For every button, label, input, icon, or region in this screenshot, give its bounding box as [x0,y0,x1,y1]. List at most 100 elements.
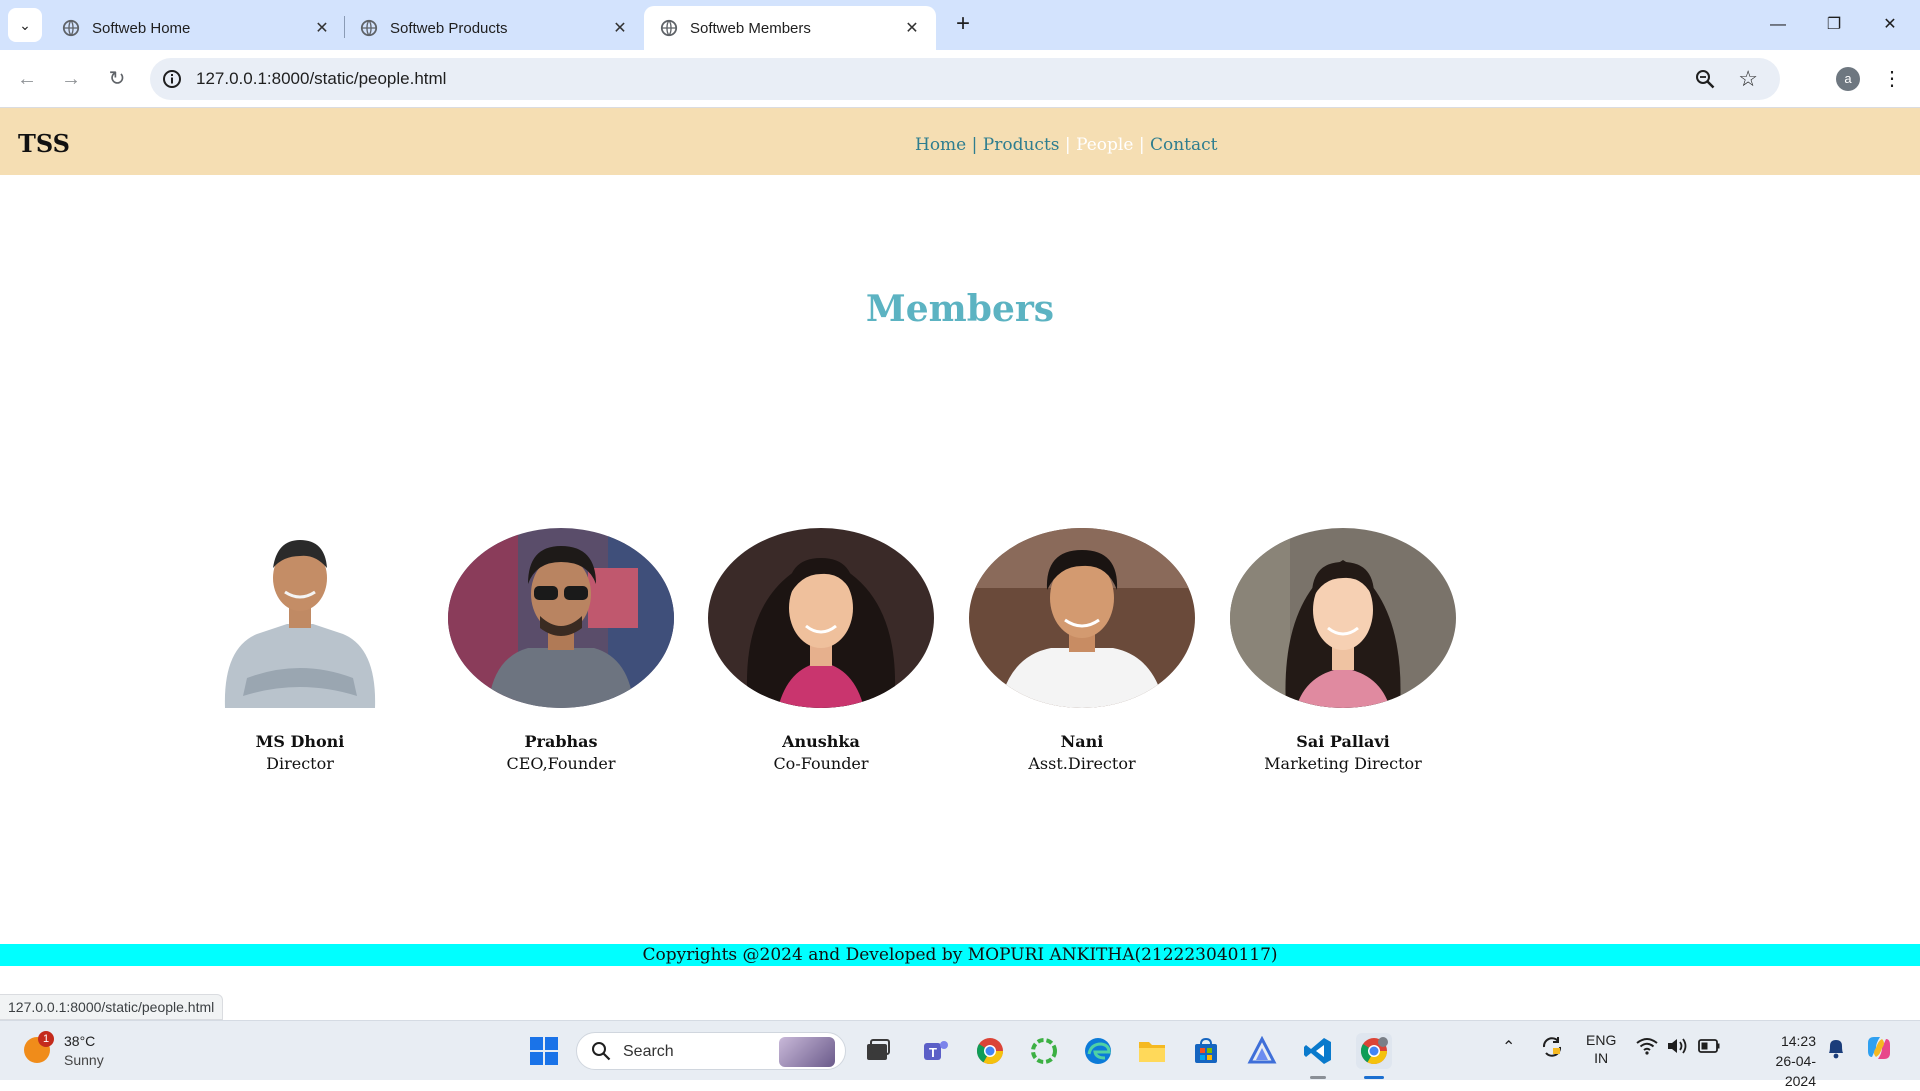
clock-date: 26-04-2024 [1775,1053,1816,1089]
member-role: CEO,Founder [506,754,616,773]
member-photo [187,528,413,708]
link-status-bubble: 127.0.0.1:8000/static/people.html [0,994,224,1020]
tab-search-button[interactable]: ⌄ [8,8,42,42]
tray-overflow-chevron-icon[interactable]: ⌃ [1502,1037,1515,1057]
weather-temperature: 38°C [64,1033,96,1049]
browser-toolbar: ← → ↻ 127.0.0.1:8000/static/people.html … [0,50,1920,108]
arrow-left-icon: ← [17,68,37,90]
member-role: Marketing Director [1264,754,1422,773]
close-tab-icon[interactable]: ✕ [312,18,332,38]
taskbar: 1 38°C Sunny Search T ⌃ ENG IN 14:23 26-… [0,1020,1920,1089]
copilot-ring-icon[interactable] [1026,1033,1062,1069]
notification-bell-icon[interactable] [1826,1037,1846,1062]
url-text[interactable]: 127.0.0.1:8000/static/people.html [196,69,446,89]
vscode-icon[interactable] [1300,1033,1336,1069]
site-header: TSS Home | Products | People | Contact [0,108,1920,175]
tab-title: Softweb Home [92,19,191,37]
member-role: Asst.Director [1028,754,1136,773]
tab-title: Softweb Members [690,19,811,37]
sync-icon[interactable] [1540,1035,1564,1062]
nav-separator: | [971,135,978,155]
copilot-icon[interactable] [1864,1033,1894,1066]
nav-link-people[interactable]: People [1076,135,1133,155]
new-tab-button[interactable]: + [948,10,978,40]
volume-icon[interactable] [1666,1037,1688,1058]
globe-icon [360,19,378,37]
address-bar[interactable]: 127.0.0.1:8000/static/people.html ☆ [150,58,1780,100]
member-name: Nani [1060,732,1104,751]
minimize-button[interactable]: — [1758,8,1798,42]
tab-softweb-home[interactable]: Softweb Home ✕ [46,6,346,50]
search-highlight-image [779,1037,835,1067]
bookmark-star-icon[interactable]: ☆ [1738,66,1758,92]
close-tab-icon[interactable]: ✕ [902,18,922,38]
reload-button[interactable]: ↻ [100,62,134,96]
task-view-icon[interactable] [860,1033,896,1069]
globe-icon [660,19,678,37]
close-window-button[interactable]: ✕ [1870,8,1910,42]
member-card: Prabhas CEO,Founder [446,528,676,773]
tab-softweb-products[interactable]: Softweb Products ✕ [344,6,644,50]
member-photo [969,528,1195,708]
forward-button[interactable]: → [54,62,88,96]
region-code: IN [1594,1050,1609,1066]
store-icon[interactable] [1188,1033,1224,1069]
member-name: MS Dhoni [255,732,345,751]
page-title: Members [865,288,1055,330]
nav-separator: | [1138,135,1145,155]
tab-softweb-members[interactable]: Softweb Members ✕ [644,6,936,50]
member-card: Nani Asst.Director [967,528,1197,773]
tab-title: Softweb Products [390,19,508,37]
taskbar-search[interactable]: Search [576,1032,846,1070]
site-logo[interactable]: TSS [18,129,70,158]
clock-time: 14:23 [1780,1033,1816,1049]
chrome-profile-icon[interactable] [1356,1033,1392,1069]
wifi-icon[interactable] [1636,1037,1658,1058]
svg-text:T: T [929,1045,937,1060]
nav-link-products[interactable]: Products [983,135,1060,155]
member-photo [448,528,674,708]
site-info-icon[interactable] [162,69,182,89]
language-indicator[interactable]: ENG IN [1586,1031,1616,1067]
weather-condition: Sunny [64,1052,104,1068]
clock[interactable]: 14:23 26-04-2024 [1746,1031,1816,1091]
member-photo [708,528,934,708]
search-icon [592,1042,611,1061]
page-viewport: TSS Home | Products | People | Contact M… [0,108,1920,1020]
profile-avatar[interactable]: a [1836,67,1860,91]
members-list: MS Dhoni Director Prabhas CEO,Founder An… [0,528,1920,788]
nav-link-home[interactable]: Home [915,135,966,155]
app-icon[interactable] [1244,1033,1280,1069]
site-footer: Copyrights @2024 and Developed by MOPURI… [0,944,1920,966]
weather-widget[interactable]: 1 38°C Sunny [24,1031,124,1071]
arrow-right-icon: → [61,68,81,90]
search-label: Search [623,1043,674,1060]
member-name: Sai Pallavi [1296,732,1390,751]
edge-icon[interactable] [1080,1033,1116,1069]
zoom-icon[interactable] [1694,68,1716,90]
member-role: Director [266,754,334,773]
member-role: Co-Founder [773,754,869,773]
close-tab-icon[interactable]: ✕ [610,18,630,38]
start-button[interactable] [526,1033,562,1069]
back-button[interactable]: ← [10,62,44,96]
restore-button[interactable]: ❐ [1814,8,1854,42]
member-photo [1230,528,1456,708]
teams-icon[interactable]: T [918,1033,954,1069]
nav-link-contact[interactable]: Contact [1150,135,1218,155]
browser-menu-icon[interactable]: ⋮ [1882,64,1902,94]
running-indicator [1364,1076,1384,1079]
file-explorer-icon[interactable] [1134,1033,1170,1069]
battery-icon[interactable] [1698,1039,1720,1056]
member-card: MS Dhoni Director [185,528,415,773]
chevron-down-icon: ⌄ [19,16,31,33]
member-card: Anushka Co-Founder [706,528,936,773]
tab-strip: ⌄ Softweb Home ✕ Softweb Products ✕ Soft… [0,0,1920,50]
reload-icon: ↻ [108,68,126,90]
notification-badge: 1 [38,1031,54,1047]
chrome-icon[interactable] [972,1033,1008,1069]
nav-separator: | [1064,135,1071,155]
language-code: ENG [1586,1032,1617,1048]
running-indicator [1310,1076,1326,1079]
windows-logo-icon [530,1037,558,1065]
